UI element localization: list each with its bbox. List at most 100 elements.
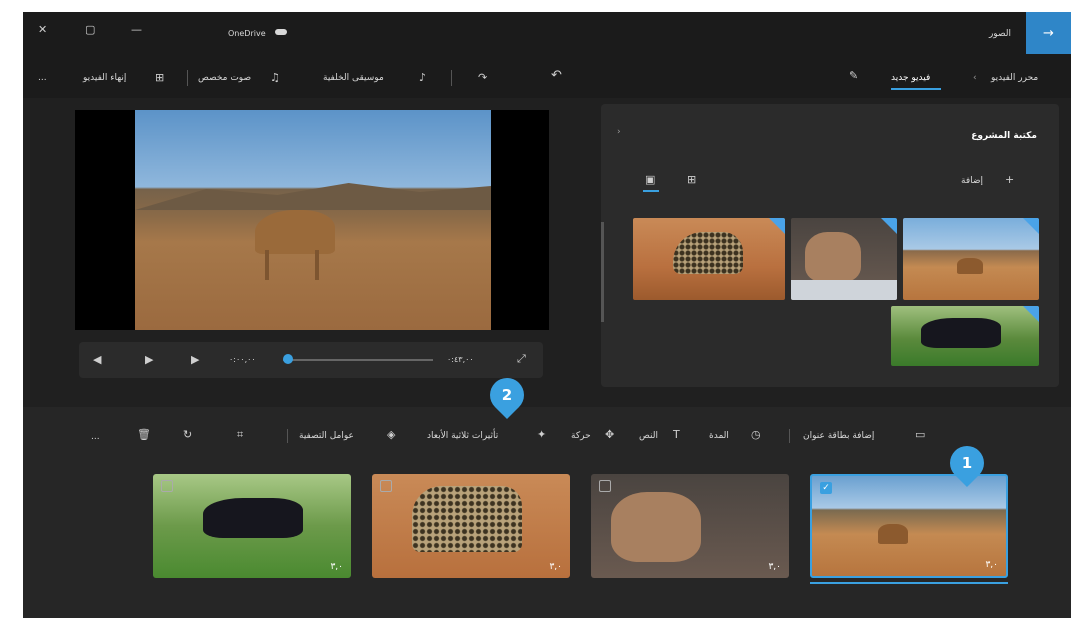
rotate-icon[interactable]: ↻ <box>183 429 192 441</box>
maximize-icon[interactable]: ▢ <box>85 24 95 36</box>
library-item-caracal[interactable] <box>791 218 897 300</box>
3d-effects-button[interactable]: تأثيرات ثلاثية الأبعاد ✦ <box>427 427 553 445</box>
library-item-horse[interactable] <box>891 306 1039 366</box>
finish-video-label: إنهاء الفيديو <box>83 73 127 83</box>
cloud-icon <box>275 29 287 35</box>
storyboard-clip-leopard[interactable]: ٣,٠ <box>372 474 570 578</box>
app-name: الصور <box>988 29 1011 39</box>
mountains <box>135 183 491 210</box>
camel-shape <box>957 258 983 274</box>
used-indicator <box>881 218 897 234</box>
add-title-card-label: إضافة بطاقة عنوان <box>803 431 875 441</box>
plus-icon: + <box>1005 173 1015 186</box>
library-item-camel[interactable] <box>903 218 1039 300</box>
caracal-shape <box>611 492 701 562</box>
window-title: OneDrive <box>228 29 266 38</box>
storyboard-more-button[interactable]: ... <box>91 431 100 443</box>
custom-audio-label: صوت مخصص <box>198 73 252 83</box>
close-icon[interactable]: ✕ <box>38 24 47 36</box>
add-media-button[interactable]: إضافة + <box>961 172 1041 190</box>
export-icon: ⊞ <box>155 71 165 84</box>
seek-track[interactable] <box>283 359 433 361</box>
title-bar: → الصور OneDrive ✕ ▢ — <box>23 12 1071 58</box>
divider <box>789 429 790 443</box>
total-time: ٠:٤٣,٠٠ <box>447 355 474 364</box>
grid-view-icon[interactable]: ⊞ <box>687 174 696 186</box>
more-options-button[interactable]: ... <box>38 72 47 84</box>
clip-duration: ٣,٠ <box>985 560 998 570</box>
filters-label: عوامل التصفية <box>299 431 354 441</box>
storyboard-clip-horse[interactable]: ٣,٠ <box>153 474 351 578</box>
callout-number-2: 2 <box>501 386 513 404</box>
storyboard-view-icon[interactable]: ▣ <box>645 174 655 186</box>
text-icon: T <box>673 428 680 441</box>
clip-checkbox[interactable] <box>380 480 392 492</box>
text-label: النص <box>639 431 658 441</box>
leopard-shape <box>412 486 522 552</box>
preview-frame <box>135 110 491 330</box>
motion-label: حركة <box>571 431 591 441</box>
effects-icon: ✦ <box>537 428 547 441</box>
current-time: ٠:٠٠,٠٠ <box>229 355 256 364</box>
camel-shape <box>878 524 908 544</box>
3d-effects-label: تأثيرات ثلاثية الأبعاد <box>427 431 499 441</box>
filters-button[interactable]: عوامل التصفية ◈ <box>299 427 403 445</box>
caracal-ground <box>791 280 897 300</box>
breadcrumb-underline <box>891 88 941 90</box>
undo-icon[interactable]: ↶ <box>551 69 562 82</box>
camel-leg <box>315 250 319 280</box>
used-indicator <box>769 218 785 234</box>
filter-icon: ◈ <box>387 428 396 441</box>
motion-button[interactable]: حركة ✥ <box>571 427 621 445</box>
minimize-icon[interactable]: — <box>131 24 142 36</box>
breadcrumb-root[interactable]: محرر الفيديو <box>991 72 1038 84</box>
storyboard-clip-camel[interactable]: ✓ ٣,٠ <box>810 474 1008 578</box>
custom-audio-button[interactable]: ♫ صوت مخصص <box>198 68 298 88</box>
player-controls: ◀ ▶ ▶ ٠:٠٠,٠٠ ٠:٤٣,٠٠ ⤢ <box>79 342 543 378</box>
leopard-shape <box>673 232 743 274</box>
storyboard-clip-caracal[interactable]: ٣,٠ <box>591 474 789 578</box>
next-frame-icon[interactable]: ▶ <box>191 354 199 366</box>
text-button[interactable]: النص T <box>639 427 689 445</box>
back-button[interactable]: → <box>1026 12 1071 54</box>
breadcrumb-separator: ‹ <box>973 73 977 83</box>
video-preview[interactable] <box>75 110 549 330</box>
add-title-card-button[interactable]: إضافة بطاقة عنوان ▭ <box>803 427 933 445</box>
play-icon[interactable]: ▶ <box>145 354 153 366</box>
clip-checkbox[interactable] <box>599 480 611 492</box>
library-scrollbar[interactable] <box>601 222 604 322</box>
callout-number-1: 1 <box>961 454 973 472</box>
chevron-icon[interactable]: › <box>617 126 621 138</box>
active-view-indicator <box>643 190 659 192</box>
library-title: مكتبة المشروع <box>971 131 1037 141</box>
caracal-shape <box>805 232 861 282</box>
finish-video-button[interactable]: ⊞ إنهاء الفيديو <box>83 68 183 88</box>
clip-duration: ٣,٠ <box>549 562 562 572</box>
delete-icon[interactable]: 🗑 <box>137 429 151 441</box>
music-icon: ♪ <box>419 71 427 84</box>
duration-button[interactable]: المدة ◷ <box>709 427 769 445</box>
clip-checkbox[interactable] <box>161 480 173 492</box>
top-toolbar: ... ⊞ إنهاء الفيديو ♫ صوت مخصص ♪ موسيقى … <box>23 58 1071 98</box>
audio-icon: ♫ <box>270 71 280 84</box>
previous-frame-icon[interactable]: ◀ <box>93 354 101 366</box>
camel-body <box>255 210 335 254</box>
motion-icon: ✥ <box>605 428 615 441</box>
duration-label: المدة <box>709 431 729 441</box>
clip-checkbox-checked[interactable]: ✓ <box>820 482 832 494</box>
used-indicator <box>1023 306 1039 322</box>
divider <box>187 70 188 86</box>
crop-icon[interactable]: ⌗ <box>237 429 243 441</box>
background-music-label: موسيقى الخلفية <box>323 73 384 83</box>
seek-handle[interactable] <box>283 354 293 364</box>
camel-leg <box>265 250 269 280</box>
fullscreen-icon[interactable]: ⤢ <box>517 353 526 365</box>
divider <box>287 429 288 443</box>
background-music-button[interactable]: ♪ موسيقى الخلفية <box>323 68 443 88</box>
library-item-leopard[interactable] <box>633 218 785 300</box>
used-indicator <box>1023 218 1039 234</box>
clip-duration: ٣,٠ <box>768 562 781 572</box>
rename-pencil-icon[interactable]: ✎ <box>849 70 858 82</box>
redo-icon[interactable]: ↷ <box>478 72 487 84</box>
breadcrumb-current: فيديو جديد <box>891 73 931 83</box>
